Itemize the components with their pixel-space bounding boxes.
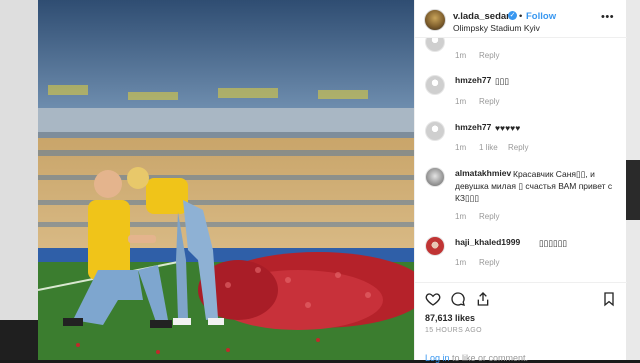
verified-badge-icon: ✓ [508,11,517,20]
commenter-avatar[interactable] [425,167,445,187]
comment-username[interactable]: haji_khaled1999 [455,237,520,247]
commenter-avatar[interactable] [425,236,445,256]
comment-time: 1m [455,258,467,267]
next-arrow-area[interactable] [626,160,640,220]
bookmark-icon[interactable] [601,291,617,307]
comment-like-count[interactable]: 1 like [479,143,498,152]
comment-time: 1m [455,212,467,221]
comment-text: ♥♥♥♥♥ [495,123,521,133]
comment-time: 1m [455,143,467,152]
reply-button[interactable]: Reply [479,212,499,221]
post-time-ago[interactable]: 15 HOURS AGO [425,327,482,334]
commenter-avatar[interactable] [425,38,445,52]
heart-icon[interactable] [425,291,441,307]
post-photo[interactable] [38,0,414,360]
comment-time: 1m [455,97,467,106]
background-page-left [0,0,38,360]
commenter-avatar[interactable] [425,75,445,95]
reply-button[interactable]: Reply [479,51,499,60]
comment-icon[interactable] [450,291,466,307]
post-header: v.lada_sedan ✓ • Follow Olimpsky Stadium… [415,0,627,38]
comment-list[interactable]: 1m Reply hmzeh77 ▯▯▯ 1m Reply hmzeh77 ♥♥… [415,38,627,278]
comment-text: ▯▯▯▯▯▯ [539,238,568,248]
commenter-avatar[interactable] [425,121,445,141]
comment-time: 1m [455,51,467,60]
background-strip [0,320,38,360]
stadium-scene [38,0,414,360]
reply-button[interactable]: Reply [508,143,528,152]
reply-button[interactable]: Reply [479,258,499,267]
comment-username[interactable]: hmzeh77 [455,75,491,85]
follow-button[interactable]: Follow [526,11,556,22]
background-page-right [626,0,640,360]
post-side-panel: v.lada_sedan ✓ • Follow Olimpsky Stadium… [414,0,627,363]
post-actions: 87,613 likes 15 HOURS AGO Log in to like… [415,282,627,363]
share-icon[interactable] [475,291,491,307]
post-location[interactable]: Olimpsky Stadium Kyiv [453,23,540,33]
comment-text: ▯▯▯ [495,76,510,86]
like-count[interactable]: 87,613 likes [425,313,475,323]
reply-button[interactable]: Reply [479,97,499,106]
author-username[interactable]: v.lada_sedan [453,11,512,22]
comment-text: Красавчик Саня▯▯, и девушка милая ▯ счас… [455,169,613,203]
comment-username[interactable]: hmzeh77 [455,122,491,132]
separator-dot: • [519,11,523,22]
author-avatar[interactable] [424,9,446,31]
login-prompt-text: to like or comment. [449,353,529,363]
more-options-icon[interactable]: ••• [601,11,614,23]
login-prompt: Log in to like or comment. [425,353,528,363]
login-link[interactable]: Log in [425,353,450,363]
